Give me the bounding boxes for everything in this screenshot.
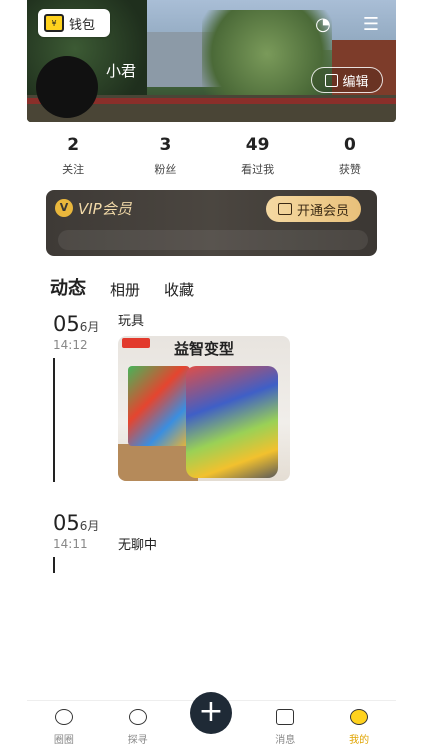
stat-label: 粉丝	[154, 163, 177, 176]
nav-label: 我的	[349, 735, 370, 746]
edit-icon	[325, 73, 339, 87]
stat-label: 关注	[62, 163, 85, 176]
stat-followers[interactable]: 3 粉丝	[119, 134, 211, 177]
me-face-icon	[350, 709, 369, 725]
nav-label: 探寻	[127, 735, 148, 746]
stat-label: 获赞	[338, 163, 361, 176]
edit-label: 编辑	[342, 74, 369, 90]
tab-album[interactable]: 相册	[110, 279, 140, 300]
vip-card[interactable]: V VIP会员 开通会员	[46, 190, 377, 256]
post-day: 05	[53, 312, 80, 336]
content-tabs: 动态 相册 收藏	[50, 274, 194, 304]
avatar[interactable]	[36, 56, 98, 118]
wallet-icon: ¥	[44, 14, 64, 32]
stat-value: 49	[245, 135, 270, 155]
wallet-label: 钱包	[69, 17, 96, 33]
stat-value: 3	[159, 135, 172, 155]
nav-label: 消息	[275, 735, 296, 746]
stat-visitors[interactable]: 49 看过我	[212, 134, 304, 177]
nav-label: 圈圈	[53, 735, 74, 746]
post-date: 056月 14:12	[53, 312, 99, 352]
vip-info-bar	[58, 230, 368, 250]
message-icon	[276, 709, 295, 725]
post-time: 14:12	[53, 338, 88, 352]
vip-title: VIP会员	[78, 200, 132, 218]
post-day: 05	[53, 511, 80, 535]
image-number-toys	[128, 366, 190, 446]
stat-label: 看过我	[241, 163, 275, 176]
stat-value: 2	[67, 135, 80, 155]
post-month: 6月	[79, 320, 100, 334]
menu-icon[interactable]: ☰	[360, 14, 382, 36]
image-robot-toy	[186, 366, 278, 478]
profile-stats: 2 关注 3 粉丝 49 看过我 0 获赞	[27, 134, 396, 177]
edit-profile-button[interactable]: 编辑	[311, 67, 383, 93]
tv-icon	[277, 203, 292, 215]
post-text[interactable]: 无聊中	[118, 534, 157, 553]
username: 小君	[106, 62, 137, 80]
timeline-line	[53, 358, 55, 482]
nav-item-messages[interactable]: 消息	[248, 701, 322, 750]
wallet-button[interactable]: ¥ 钱包	[38, 9, 110, 37]
nav-item-circle[interactable]: 圈圈	[27, 701, 101, 750]
open-vip-button[interactable]: 开通会员	[266, 196, 361, 222]
post-month: 6月	[79, 519, 100, 533]
post-date: 056月 14:11	[53, 511, 99, 551]
post-text[interactable]: 玩具	[118, 310, 144, 329]
stat-following[interactable]: 2 关注	[27, 134, 119, 177]
vip-logo-icon: V	[55, 199, 73, 217]
open-vip-label: 开通会员	[296, 203, 349, 219]
tab-feed[interactable]: 动态	[50, 274, 86, 304]
create-post-button[interactable]: +	[190, 692, 232, 734]
post-time: 14:11	[53, 537, 88, 551]
post-image[interactable]: 益智变型	[118, 336, 290, 481]
speedometer-icon[interactable]: ◔	[312, 14, 334, 36]
stat-likes[interactable]: 0 获赞	[304, 134, 396, 177]
stat-value: 0	[343, 135, 356, 155]
timeline-line	[53, 557, 55, 573]
circle-face-icon	[54, 709, 73, 725]
image-title: 益智变型	[173, 340, 234, 358]
explore-icon	[128, 709, 147, 725]
tab-favorites[interactable]: 收藏	[164, 279, 194, 300]
nav-item-me[interactable]: 我的	[322, 701, 396, 750]
nav-item-explore[interactable]: 探寻	[101, 701, 175, 750]
